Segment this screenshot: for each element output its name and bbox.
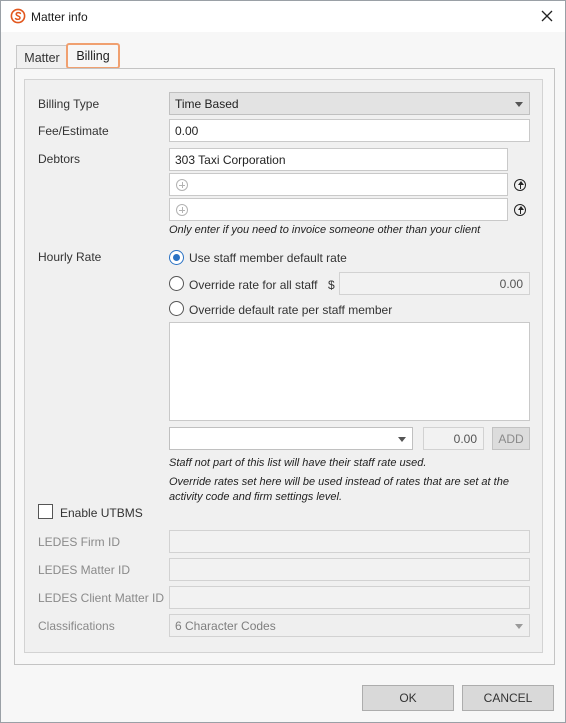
ledes-firm-id-label: LEDES Firm ID	[38, 535, 121, 549]
add-circle-icon	[176, 204, 188, 216]
fee-estimate-label: Fee/Estimate	[38, 124, 109, 138]
tab-matter[interactable]: Matter	[16, 45, 68, 69]
close-icon	[541, 10, 553, 22]
default-rate-label[interactable]: Use staff member default rate	[189, 251, 347, 265]
ledes-client-matter-id-input[interactable]	[169, 586, 530, 609]
tab-billing[interactable]: Billing	[66, 43, 120, 69]
staff-note: Staff not part of this list will have th…	[169, 457, 427, 469]
move-up-icon[interactable]	[514, 179, 526, 191]
classifications-select[interactable]: 6 Character Codes	[169, 614, 530, 637]
debtor-field-1[interactable]: 303 Taxi Corporation	[169, 148, 508, 171]
ledes-firm-id-input[interactable]	[169, 530, 530, 553]
staff-rate-input[interactable]: 0.00	[423, 427, 484, 450]
radio-override-all[interactable]	[169, 276, 184, 291]
chevron-down-icon	[398, 437, 406, 442]
cancel-button[interactable]: CANCEL	[462, 685, 554, 711]
fee-estimate-input[interactable]: 0.00	[169, 119, 530, 142]
chevron-down-icon	[515, 102, 523, 107]
debtors-label: Debtors	[38, 152, 81, 166]
ledes-matter-id-input[interactable]	[169, 558, 530, 581]
staff-member-select[interactable]	[169, 427, 413, 450]
chevron-down-icon	[515, 624, 523, 629]
debtors-note: Only enter if you need to invoice someon…	[169, 224, 481, 236]
ledes-matter-id-label: LEDES Matter ID	[38, 563, 131, 577]
enable-utbms-label[interactable]: Enable UTBMS	[60, 506, 143, 520]
add-staff-rate-button[interactable]: ADD	[492, 427, 530, 450]
fee-estimate-value: 0.00	[175, 123, 199, 138]
classifications-label: Classifications	[38, 619, 115, 633]
override-per-staff-label[interactable]: Override default rate per staff member	[189, 303, 392, 317]
staff-rate-list[interactable]	[169, 322, 530, 421]
matter-info-dialog: Matter info Matter Billing Billing Type …	[0, 0, 566, 723]
add-circle-icon	[176, 179, 188, 191]
ok-button[interactable]: OK	[362, 685, 454, 711]
override-all-rate-input[interactable]: 0.00	[339, 272, 530, 295]
staff-rate-value: 0.00	[453, 431, 477, 446]
debtor-name: 303 Taxi Corporation	[175, 152, 286, 167]
debtor-field-2[interactable]	[169, 173, 508, 196]
radio-override-per-staff[interactable]	[169, 301, 184, 316]
ledes-client-matter-id-label: LEDES Client Matter ID	[38, 591, 165, 605]
billing-type-select[interactable]: Time Based	[169, 92, 530, 115]
debtor-field-3[interactable]	[169, 198, 508, 221]
move-up-icon[interactable]	[514, 204, 526, 216]
override-note: Override rates set here will be used ins…	[169, 476, 509, 503]
billing-type-value: Time Based	[175, 96, 239, 111]
billing-type-label: Billing Type	[38, 97, 100, 111]
hourly-rate-label: Hourly Rate	[38, 250, 102, 264]
window-title: Matter info	[31, 10, 88, 24]
override-all-rate-value: 0.00	[499, 276, 523, 291]
classifications-value: 6 Character Codes	[175, 618, 276, 633]
close-button[interactable]	[535, 5, 559, 27]
app-logo-icon	[10, 8, 26, 24]
enable-utbms-checkbox[interactable]	[38, 504, 53, 519]
title-bar: Matter info	[1, 1, 565, 32]
override-all-label[interactable]: Override rate for all staff	[189, 278, 318, 292]
radio-default-rate[interactable]	[169, 250, 184, 265]
currency-symbol: $	[328, 278, 335, 292]
